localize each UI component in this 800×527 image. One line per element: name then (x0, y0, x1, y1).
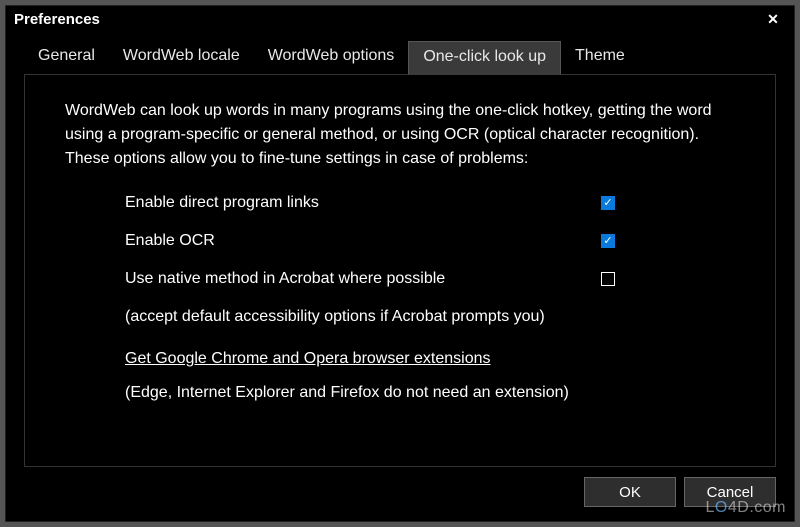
checkbox-use-native-acrobat[interactable] (601, 272, 615, 286)
cancel-button[interactable]: Cancel (684, 477, 776, 507)
tabs-container: General WordWeb locale WordWeb options O… (6, 32, 794, 75)
preferences-window: Preferences ✕ General WordWeb locale Wor… (5, 5, 795, 522)
panel-description: WordWeb can look up words in many progra… (65, 99, 735, 171)
option-enable-ocr: Enable OCR ✓ (125, 229, 735, 253)
window-title: Preferences (14, 11, 100, 28)
tab-wordweb-locale[interactable]: WordWeb locale (109, 41, 254, 75)
options-group: Enable direct program links ✓ Enable OCR… (65, 191, 735, 405)
extensions-note: (Edge, Internet Explorer and Firefox do … (125, 381, 735, 405)
tabs: General WordWeb locale WordWeb options O… (24, 40, 776, 75)
titlebar: Preferences ✕ (6, 6, 794, 32)
tab-theme[interactable]: Theme (561, 41, 639, 75)
option-label: Enable OCR (125, 229, 215, 253)
option-label: Enable direct program links (125, 191, 319, 215)
tab-panel-one-click-lookup: WordWeb can look up words in many progra… (24, 75, 776, 467)
close-icon[interactable]: ✕ (758, 9, 788, 29)
acrobat-note: (accept default accessibility options if… (125, 305, 735, 329)
checkbox-enable-ocr[interactable]: ✓ (601, 234, 615, 248)
ok-button[interactable]: OK (584, 477, 676, 507)
tab-general[interactable]: General (24, 41, 109, 75)
tab-wordweb-options[interactable]: WordWeb options (254, 41, 409, 75)
dialog-buttons: OK Cancel (6, 477, 794, 521)
checkbox-enable-direct-program-links[interactable]: ✓ (601, 196, 615, 210)
option-label: Use native method in Acrobat where possi… (125, 267, 445, 291)
option-enable-direct-program-links: Enable direct program links ✓ (125, 191, 735, 215)
option-use-native-acrobat: Use native method in Acrobat where possi… (125, 267, 735, 291)
tab-one-click-lookup[interactable]: One-click look up (408, 41, 561, 75)
browser-extensions-link[interactable]: Get Google Chrome and Opera browser exte… (125, 347, 491, 371)
